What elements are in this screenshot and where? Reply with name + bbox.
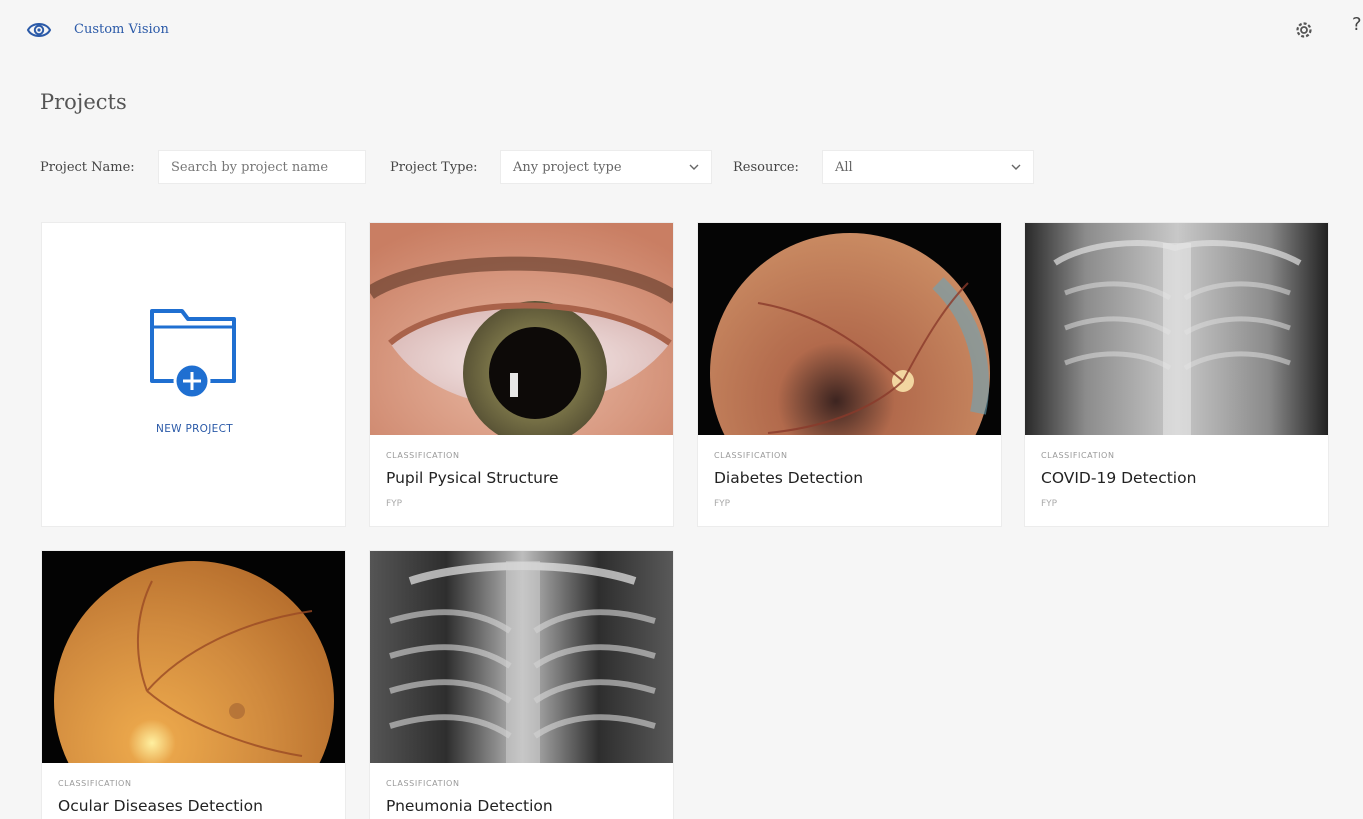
project-type-label: Project Type: [390, 160, 478, 175]
gear-icon[interactable] [1294, 20, 1314, 40]
project-card-pupil[interactable]: CLASSIFICATION Pupil Pysical Structure F… [369, 222, 674, 527]
project-type-badge: CLASSIFICATION [58, 779, 132, 788]
project-thumbnail [1025, 223, 1328, 435]
project-name: Pneumonia Detection [386, 797, 553, 815]
page-title: Projects [40, 90, 127, 114]
resource-value: All [835, 159, 853, 175]
project-type-select[interactable]: Any project type [500, 150, 712, 184]
search-input[interactable] [171, 159, 353, 175]
resource-label: Resource: [733, 160, 799, 175]
project-name: Pupil Pysical Structure [386, 469, 559, 487]
top-bar: Custom Vision ? [0, 0, 1363, 62]
folder-add-icon [150, 309, 236, 399]
project-thumbnail [370, 551, 673, 763]
project-name: Diabetes Detection [714, 469, 864, 487]
project-type-value: Any project type [513, 159, 622, 175]
project-name: Ocular Diseases Detection [58, 797, 263, 815]
project-type-badge: CLASSIFICATION [714, 451, 788, 460]
new-project-card[interactable]: NEW PROJECT [41, 222, 346, 527]
project-resource: FYP [714, 499, 731, 509]
chevron-down-icon [1011, 164, 1021, 170]
project-thumbnail [698, 223, 1001, 435]
project-card-covid[interactable]: CLASSIFICATION COVID-19 Detection FYP [1024, 222, 1329, 527]
eye-icon[interactable] [26, 19, 52, 41]
project-card-ocular[interactable]: CLASSIFICATION Ocular Diseases Detection [41, 550, 346, 819]
resource-select[interactable]: All [822, 150, 1034, 184]
project-name: COVID-19 Detection [1041, 469, 1197, 487]
project-resource: FYP [1041, 499, 1058, 509]
project-card-pneumonia[interactable]: CLASSIFICATION Pneumonia Detection [369, 550, 674, 819]
help-icon[interactable]: ? [1352, 14, 1362, 35]
project-type-badge: CLASSIFICATION [1041, 451, 1115, 460]
project-card-diabetes[interactable]: CLASSIFICATION Diabetes Detection FYP [697, 222, 1002, 527]
project-name-search[interactable] [158, 150, 366, 184]
project-thumbnail [42, 551, 345, 763]
project-name-label: Project Name: [40, 160, 135, 175]
project-thumbnail [370, 223, 673, 435]
chevron-down-icon [689, 164, 699, 170]
project-type-badge: CLASSIFICATION [386, 451, 460, 460]
project-resource: FYP [386, 499, 403, 509]
app-brand-link[interactable]: Custom Vision [74, 22, 169, 37]
new-project-label: NEW PROJECT [156, 423, 233, 435]
project-type-badge: CLASSIFICATION [386, 779, 460, 788]
